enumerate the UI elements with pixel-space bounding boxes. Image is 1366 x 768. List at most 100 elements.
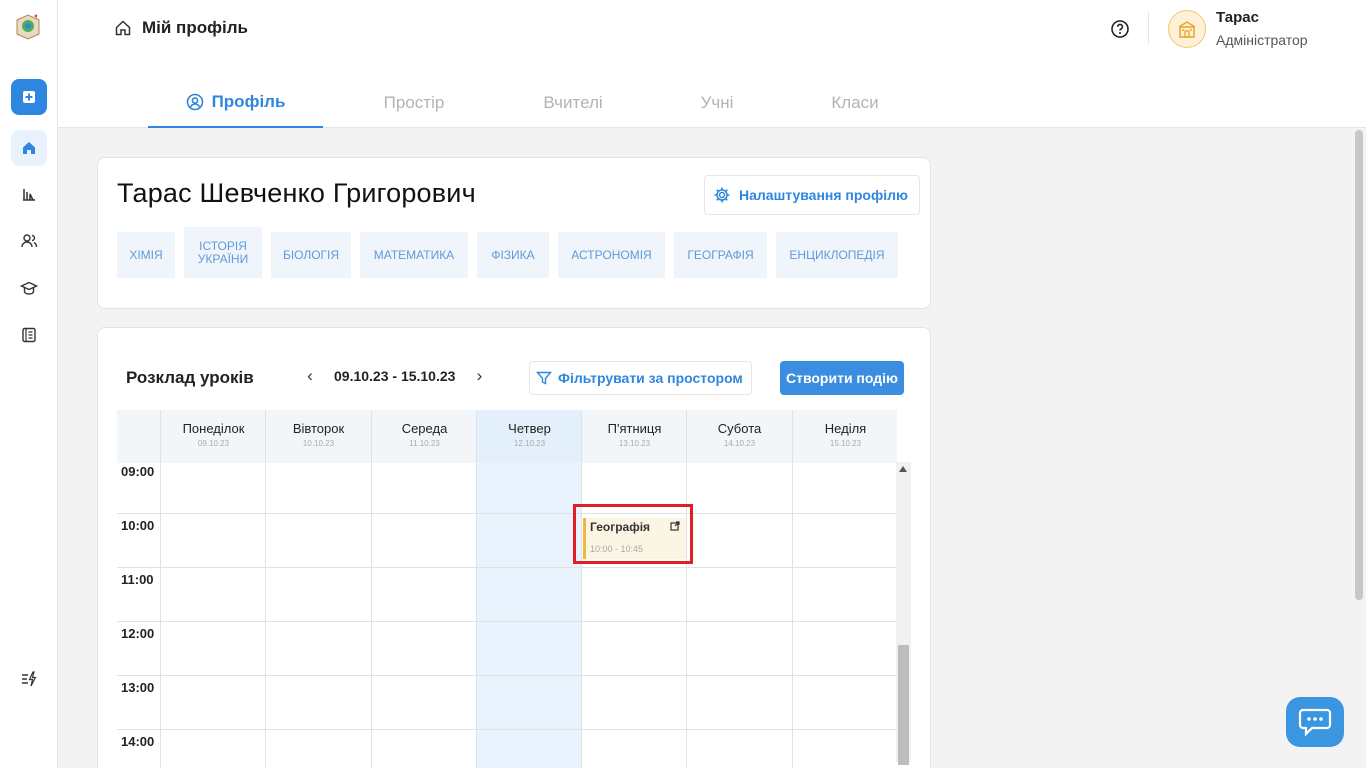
schedule-card: Розклад уроків ‹ 09.10.23 - 15.10.23 › Ф… <box>97 327 931 768</box>
subject-chips: ХІМІЯ ІСТОРІЯ УКРАЇНИ БІОЛОГІЯ МАТЕМАТИК… <box>117 227 898 278</box>
day-name: Понеділок <box>182 421 245 436</box>
settings-label: Налаштування профілю <box>739 187 908 203</box>
sidebar-item-journal[interactable] <box>11 317 47 353</box>
page-scrollbar[interactable] <box>1355 130 1363 600</box>
subject-chip[interactable]: ЕНЦИКЛОПЕДІЯ <box>776 232 898 278</box>
chat-bubble-icon <box>1298 708 1332 737</box>
profile-full-name: Тарас Шевченко Григорович <box>117 178 476 208</box>
profile-card: Тарас Шевченко Григорович Налаштування п… <box>97 157 931 309</box>
tab-label: Учні <box>700 93 734 112</box>
users-icon <box>21 234 38 248</box>
schedule-scrollbar[interactable] <box>896 462 911 765</box>
day-name: Субота <box>717 421 762 436</box>
day-header: Середа 11.10.23 <box>371 410 477 463</box>
day-name: Неділя <box>824 421 867 436</box>
tab-classes[interactable]: Класи <box>793 78 917 128</box>
school-logo-icon[interactable] <box>14 12 42 42</box>
page-title: Мій профіль <box>142 18 248 37</box>
graduation-cap-icon <box>20 281 38 295</box>
sidebar <box>0 0 58 768</box>
grid-line <box>371 463 372 768</box>
tab-label: Профіль <box>211 92 286 111</box>
tab-space[interactable]: Простір <box>323 78 505 128</box>
week-navigation: ‹ 09.10.23 - 15.10.23 › <box>303 366 486 386</box>
subject-chip[interactable]: МАТЕМАТИКА <box>360 232 468 278</box>
tab-students[interactable]: Учні <box>641 78 793 128</box>
day-name: П'ятниця <box>607 421 662 436</box>
hour-label: 12:00 <box>121 626 155 641</box>
tab-teachers[interactable]: Вчителі <box>505 78 641 128</box>
day-date: 15.10.23 <box>829 439 862 448</box>
subject-chip[interactable]: ФІЗИКА <box>477 232 549 278</box>
scroll-up-arrow-icon[interactable] <box>899 466 907 472</box>
header-divider <box>1148 12 1149 44</box>
grid-line <box>117 621 897 622</box>
tab-profile[interactable]: Профіль <box>148 78 323 128</box>
question-circle-icon <box>1111 20 1129 38</box>
subject-chip[interactable]: ГЕОГРАФІЯ <box>674 232 767 278</box>
day-date: 09.10.23 <box>197 439 230 448</box>
lightning-list-icon <box>22 671 37 687</box>
day-date: 13.10.23 <box>618 439 651 448</box>
hour-label: 09:00 <box>121 464 155 479</box>
sidebar-item-statistics[interactable] <box>11 176 47 212</box>
day-date: 11.10.23 <box>409 439 440 448</box>
hour-label: 13:00 <box>121 680 155 695</box>
sidebar-item-home[interactable] <box>11 130 47 166</box>
grid-line <box>476 463 477 768</box>
help-button[interactable] <box>1110 19 1130 39</box>
day-header-today: Четвер 12.10.23 <box>476 410 582 463</box>
breadcrumb: Мій профіль <box>114 18 248 38</box>
calendar-header: Понеділок 09.10.23 Вівторок 10.10.23 Серед… <box>117 410 897 463</box>
subject-chip[interactable]: АСТРОНОМІЯ <box>558 232 665 278</box>
create-event-button[interactable]: Створити подію <box>780 361 904 395</box>
grid-line <box>117 675 897 676</box>
prev-week-chevron-icon[interactable]: ‹ <box>303 366 317 386</box>
grid-line <box>117 567 897 568</box>
chat-button[interactable] <box>1286 697 1344 747</box>
header: Мій профіль Тарас Адміністратор Профіль … <box>58 0 1366 128</box>
sidebar-item-users[interactable] <box>11 223 47 259</box>
subject-chip[interactable]: ХІМІЯ <box>117 232 175 278</box>
subject-chip[interactable]: ІСТОРІЯ УКРАЇНИ <box>184 227 262 278</box>
grid-line <box>117 513 897 514</box>
calendar-grid[interactable]: 09:00 10:00 11:00 12:00 13:00 14:00 Геог… <box>117 463 897 768</box>
scrollbar-thumb[interactable] <box>898 645 909 765</box>
avatar[interactable] <box>1168 10 1206 48</box>
day-date: 14.10.23 <box>723 439 756 448</box>
day-name: Вівторок <box>292 421 345 436</box>
hour-label: 14:00 <box>121 734 155 749</box>
day-header: П'ятниця 13.10.23 <box>581 410 687 463</box>
chart-icon <box>23 189 35 201</box>
add-button[interactable] <box>11 79 47 115</box>
hour-label: 11:00 <box>121 572 154 587</box>
event-highlight-box <box>573 504 693 564</box>
day-name: Четвер <box>508 421 551 436</box>
journal-icon <box>22 327 36 343</box>
tab-label: Вчителі <box>543 93 603 112</box>
tab-label: Простір <box>383 93 445 112</box>
filter-by-space-button[interactable]: Фільтрувати за простором <box>529 361 752 395</box>
filter-icon <box>536 371 552 385</box>
home-outline-icon[interactable] <box>114 19 132 37</box>
grid-line <box>160 463 161 768</box>
tab-label: Класи <box>831 93 879 112</box>
day-date: 10.10.23 <box>302 439 335 448</box>
day-header: Вівторок 10.10.23 <box>265 410 371 463</box>
user-circle-icon <box>186 93 203 111</box>
sidebar-collapse-button[interactable] <box>11 661 47 697</box>
grid-line <box>117 729 897 730</box>
day-header: Субота 14.10.23 <box>686 410 792 463</box>
day-header: Понеділок 09.10.23 <box>160 410 266 463</box>
hour-label: 10:00 <box>121 518 155 533</box>
subject-chip[interactable]: БІОЛОГІЯ <box>271 232 351 278</box>
user-name[interactable]: Тарас <box>1216 9 1259 26</box>
sidebar-item-education[interactable] <box>11 270 47 306</box>
profile-tabs: Профіль Простір Вчителі Учні Класи <box>148 78 917 128</box>
school-building-icon <box>1178 21 1196 38</box>
day-name: Середа <box>401 421 448 436</box>
plus-square-icon <box>23 91 35 103</box>
grid-line <box>265 463 266 768</box>
profile-settings-button[interactable]: Налаштування профілю <box>704 175 920 215</box>
next-week-chevron-icon[interactable]: › <box>472 366 486 386</box>
